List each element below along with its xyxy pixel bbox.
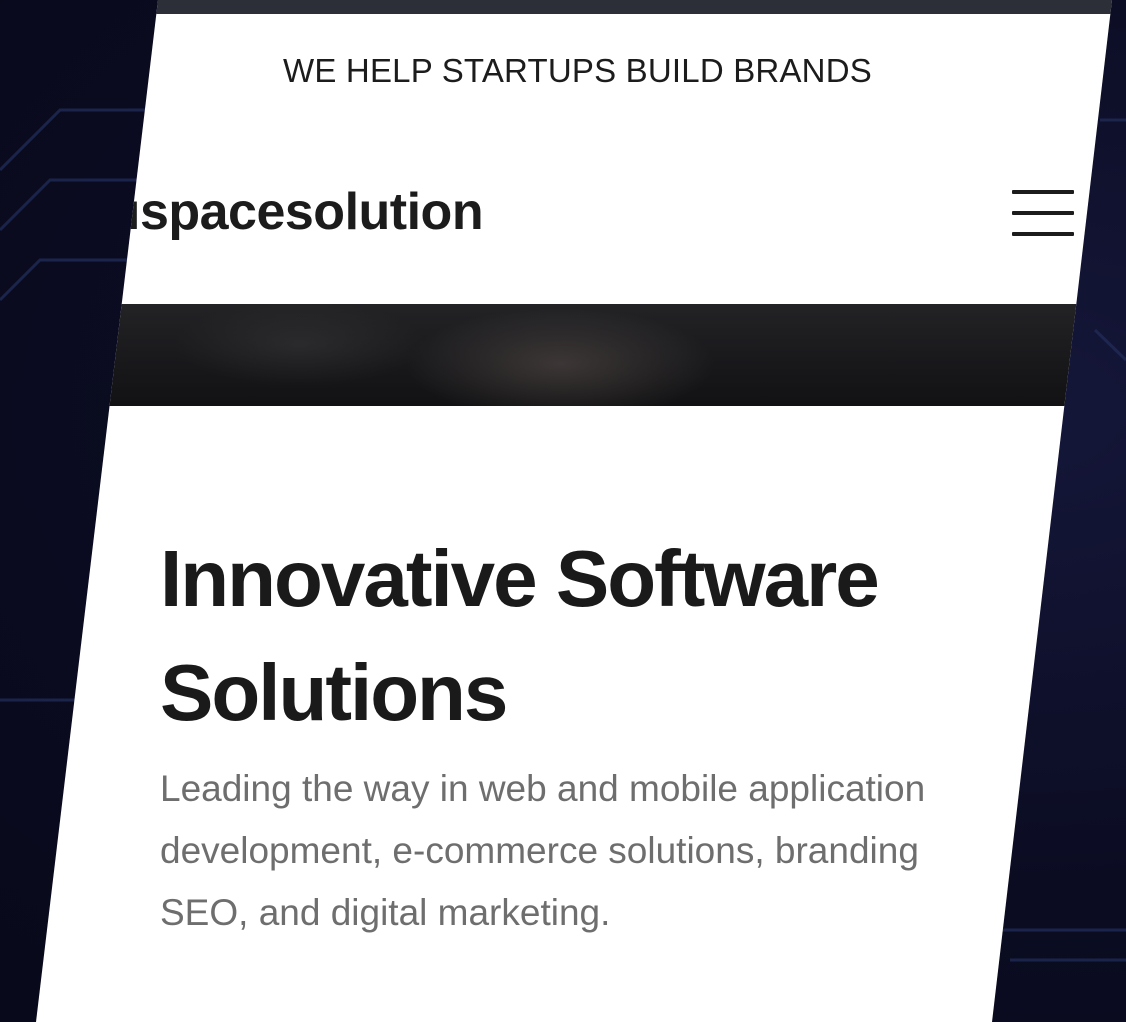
hero-banner-image [36, 304, 1112, 406]
website-screenshot: WE HELP STARTUPS BUILD BRANDS ıspacesolu… [36, 0, 1112, 1022]
header-tagline: WE HELP STARTUPS BUILD BRANDS [283, 52, 872, 89]
hamburger-menu-icon[interactable] [1008, 186, 1076, 242]
hero-description-line: Leading the way in web and mobile applic… [160, 768, 926, 809]
hero-title: Innovative Software Solutions [160, 534, 880, 737]
hero-description-line: development, e-commerce solutions, brand… [160, 830, 919, 871]
hero-description-line: SEO, and digital marketing. [160, 892, 611, 933]
hero-description: Leading the way in web and mobile applic… [160, 758, 1040, 944]
screenshot-scene: WE HELP STARTUPS BUILD BRANDS ıspacesolu… [0, 0, 1126, 1022]
browser-top-bar [36, 0, 1112, 14]
brand-logo-text[interactable]: ıspacesolution [126, 182, 484, 242]
